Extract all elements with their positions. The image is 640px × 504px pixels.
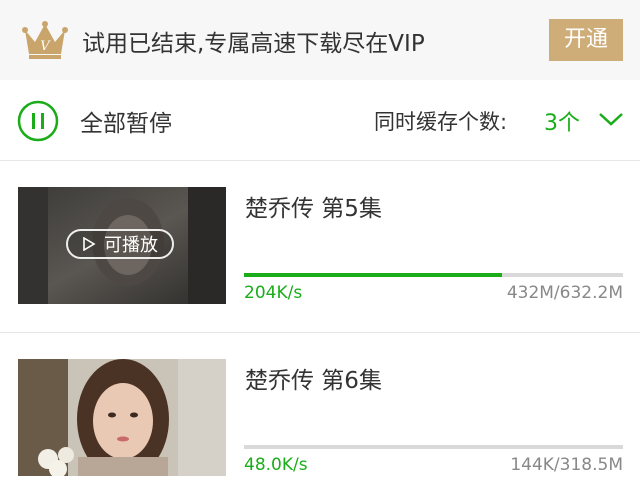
cache-count-label: 同时缓存个数: — [374, 110, 508, 134]
download-item[interactable]: 可播放 楚乔传 第5集 204K/s 432M/632.2M — [0, 161, 640, 333]
vip-trial-message: 试用已结束,专属高速下载尽在VIP — [82, 31, 425, 57]
svg-text:V: V — [40, 39, 51, 54]
play-icon — [83, 237, 96, 251]
download-speed: 204K/s — [244, 283, 303, 303]
download-control-bar: 全部暂停 同时缓存个数: 3个 — [0, 80, 640, 161]
play-button[interactable]: 可播放 — [66, 229, 174, 259]
download-size: 432M/632.2M — [506, 283, 623, 303]
cache-count-select[interactable]: 3个 — [544, 105, 580, 137]
download-progress-bar — [244, 445, 623, 449]
vip-banner: V 试用已结束,专属高速下载尽在VIP 开通 — [0, 0, 640, 81]
download-item[interactable]: 楚乔传 第6集 48.0K/s 144K/318.5M — [0, 333, 640, 504]
chevron-down-icon[interactable] — [598, 110, 624, 128]
download-progress-fill — [244, 273, 502, 277]
download-size: 144K/318.5M — [510, 455, 623, 475]
video-thumbnail[interactable] — [18, 359, 226, 476]
pause-circle-icon[interactable] — [17, 100, 59, 142]
play-label: 可播放 — [104, 235, 158, 256]
open-vip-button[interactable]: 开通 — [549, 19, 623, 61]
download-speed: 48.0K/s — [244, 455, 308, 475]
vip-crown-icon: V — [22, 21, 68, 59]
episode-title: 楚乔传 第5集 — [245, 196, 382, 222]
download-progress-bar — [244, 273, 623, 277]
video-thumbnail[interactable]: 可播放 — [18, 187, 226, 304]
pause-all-button[interactable]: 全部暂停 — [80, 104, 172, 138]
episode-title: 楚乔传 第6集 — [245, 368, 382, 394]
